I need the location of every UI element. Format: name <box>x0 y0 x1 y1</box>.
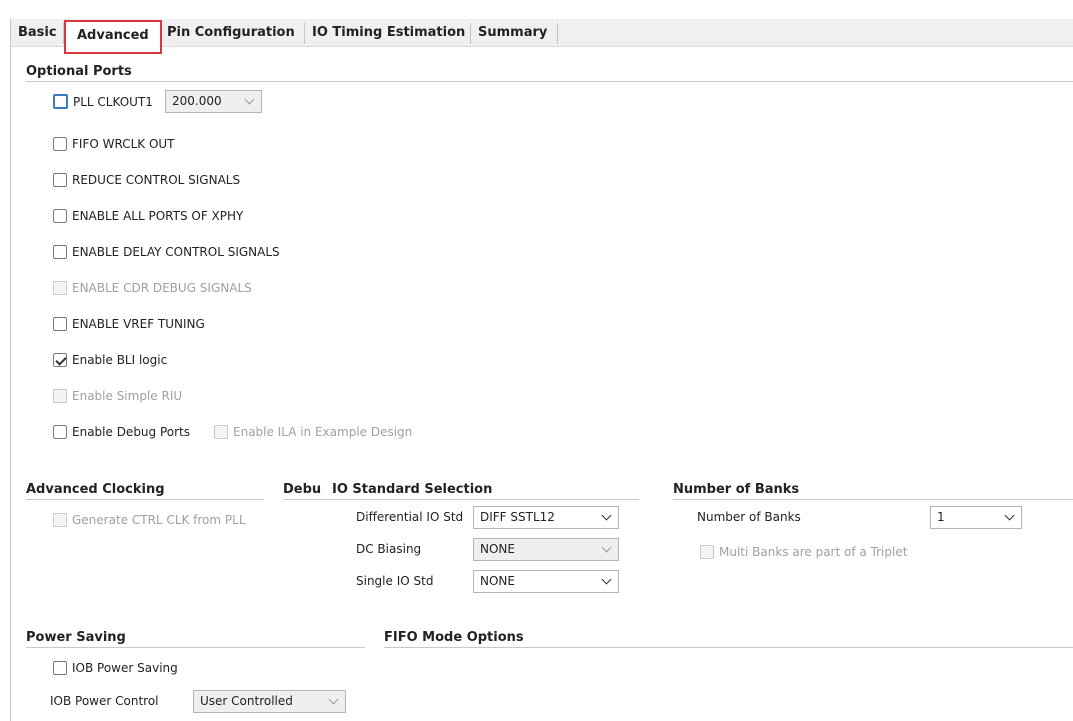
number-of-banks-label: Number of Banks <box>697 510 801 524</box>
enable-delay-control-checkbox[interactable] <box>53 245 67 259</box>
debug-title-truncated: Debu <box>283 482 322 497</box>
differential-io-std-value: DIFF SSTL12 <box>480 510 555 524</box>
single-io-std-select[interactable]: NONE <box>473 570 619 593</box>
multi-banks-label: Multi Banks are part of a Triplet <box>719 545 908 559</box>
chevron-down-icon <box>1004 510 1015 521</box>
tab-basic[interactable]: Basic <box>12 19 63 47</box>
fifo-wrclk-out-row: FIFO WRCLK OUT <box>53 137 175 151</box>
differential-io-std-label: Differential IO Std <box>356 510 464 524</box>
reduce-control-signals-row: REDUCE CONTROL SIGNALS <box>53 173 240 187</box>
enable-simple-riu-row: Enable Simple RIU <box>53 389 182 403</box>
enable-debug-ports-row: Enable Debug Ports <box>53 425 190 439</box>
enable-bli-logic-row: Enable BLI logic <box>53 353 167 367</box>
enable-vref-tuning-checkbox[interactable] <box>53 317 67 331</box>
iob-power-control-label: IOB Power Control <box>50 694 159 708</box>
tab-pin-configuration[interactable]: Pin Configuration <box>161 19 301 47</box>
iob-power-saving-checkbox[interactable] <box>53 661 67 675</box>
enable-bli-logic-checkbox[interactable] <box>53 353 67 367</box>
window-top-strip <box>0 0 1073 18</box>
reduce-control-signals-label: REDUCE CONTROL SIGNALS <box>72 173 241 187</box>
pll-clkout1-checkbox[interactable] <box>53 94 68 109</box>
tab-separator <box>304 23 305 44</box>
enable-all-ports-xphy-label: ENABLE ALL PORTS OF XPHY <box>72 209 244 223</box>
enable-all-ports-xphy-row: ENABLE ALL PORTS OF XPHY <box>53 209 243 223</box>
chevron-down-icon <box>244 94 255 105</box>
tab-bar: Basic Pin Configuration IO Timing Estima… <box>11 19 1073 47</box>
number-of-banks-divider <box>673 499 1073 500</box>
tab-advanced[interactable]: Advanced <box>64 20 162 54</box>
pll-clkout1-select[interactable]: 200.000 <box>165 90 262 113</box>
multi-banks-row: Multi Banks are part of a Triplet <box>700 545 907 559</box>
optional-ports-title: Optional Ports <box>26 64 132 79</box>
enable-vref-tuning-label: ENABLE VREF TUNING <box>72 317 205 331</box>
dc-biasing-select[interactable]: NONE <box>473 538 619 561</box>
power-saving-divider <box>26 647 365 648</box>
pll-clkout1-value: 200.000 <box>172 94 222 108</box>
advanced-tab-content: Optional Ports PLL CLKOUT1 200.000 FIFO … <box>11 48 1073 721</box>
fifo-wrclk-out-checkbox[interactable] <box>53 137 67 151</box>
enable-simple-riu-label: Enable Simple RIU <box>72 389 183 403</box>
chevron-down-icon <box>601 542 612 553</box>
power-saving-title: Power Saving <box>26 630 126 645</box>
reduce-control-signals-checkbox[interactable] <box>53 173 67 187</box>
chevron-down-icon <box>328 694 339 705</box>
chevron-down-icon <box>601 574 612 585</box>
iob-power-saving-row: IOB Power Saving <box>53 661 178 675</box>
iob-power-control-value: User Controlled <box>200 694 293 708</box>
advanced-clocking-divider <box>26 499 264 500</box>
optional-ports-divider <box>26 81 1073 82</box>
generate-ctrl-clk-checkbox <box>53 513 67 527</box>
tab-summary[interactable]: Summary <box>472 19 553 47</box>
number-of-banks-title: Number of Banks <box>673 482 800 497</box>
pll-clkout1-label: PLL CLKOUT1 <box>73 94 153 109</box>
enable-vref-tuning-row: ENABLE VREF TUNING <box>53 317 205 331</box>
single-io-std-label: Single IO Std <box>356 574 434 588</box>
tab-io-timing-estimation[interactable]: IO Timing Estimation <box>306 19 471 47</box>
enable-ila-label: Enable ILA in Example Design <box>233 425 413 439</box>
fifo-mode-divider <box>384 647 1073 648</box>
enable-simple-riu-checkbox <box>53 389 67 403</box>
chevron-down-icon <box>601 510 612 521</box>
tab-separator <box>557 23 558 44</box>
enable-debug-ports-checkbox[interactable] <box>53 425 67 439</box>
enable-bli-logic-label: Enable BLI logic <box>72 353 168 367</box>
number-of-banks-value: 1 <box>937 510 945 524</box>
differential-io-std-select[interactable]: DIFF SSTL12 <box>473 506 619 529</box>
single-io-std-value: NONE <box>480 574 515 588</box>
generate-ctrl-clk-row: Generate CTRL CLK from PLL <box>53 513 246 527</box>
iob-power-saving-label: IOB Power Saving <box>72 661 178 675</box>
multi-banks-checkbox <box>700 545 714 559</box>
enable-cdr-debug-checkbox <box>53 281 67 295</box>
number-of-banks-select[interactable]: 1 <box>930 506 1022 529</box>
pll-clkout1-row: PLL CLKOUT1 <box>53 94 153 109</box>
enable-all-ports-xphy-checkbox[interactable] <box>53 209 67 223</box>
dc-biasing-label: DC Biasing <box>356 542 422 556</box>
generate-ctrl-clk-label: Generate CTRL CLK from PLL <box>72 513 246 527</box>
enable-delay-control-label: ENABLE DELAY CONTROL SIGNALS <box>72 245 280 259</box>
enable-ila-row: Enable ILA in Example Design <box>214 425 412 439</box>
enable-debug-ports-label: Enable Debug Ports <box>72 425 191 439</box>
enable-cdr-debug-label: ENABLE CDR DEBUG SIGNALS <box>72 281 252 295</box>
fifo-wrclk-out-label: FIFO WRCLK OUT <box>72 137 175 151</box>
advanced-clocking-title: Advanced Clocking <box>26 482 165 497</box>
fifo-mode-title: FIFO Mode Options <box>384 630 524 645</box>
dc-biasing-value: NONE <box>480 542 515 556</box>
io-standard-divider <box>283 499 639 500</box>
io-standard-title: IO Standard Selection <box>331 482 493 497</box>
iob-power-control-select[interactable]: User Controlled <box>193 690 346 713</box>
enable-delay-control-row: ENABLE DELAY CONTROL SIGNALS <box>53 245 280 259</box>
enable-ila-checkbox <box>214 425 228 439</box>
enable-cdr-debug-row: ENABLE CDR DEBUG SIGNALS <box>53 281 252 295</box>
